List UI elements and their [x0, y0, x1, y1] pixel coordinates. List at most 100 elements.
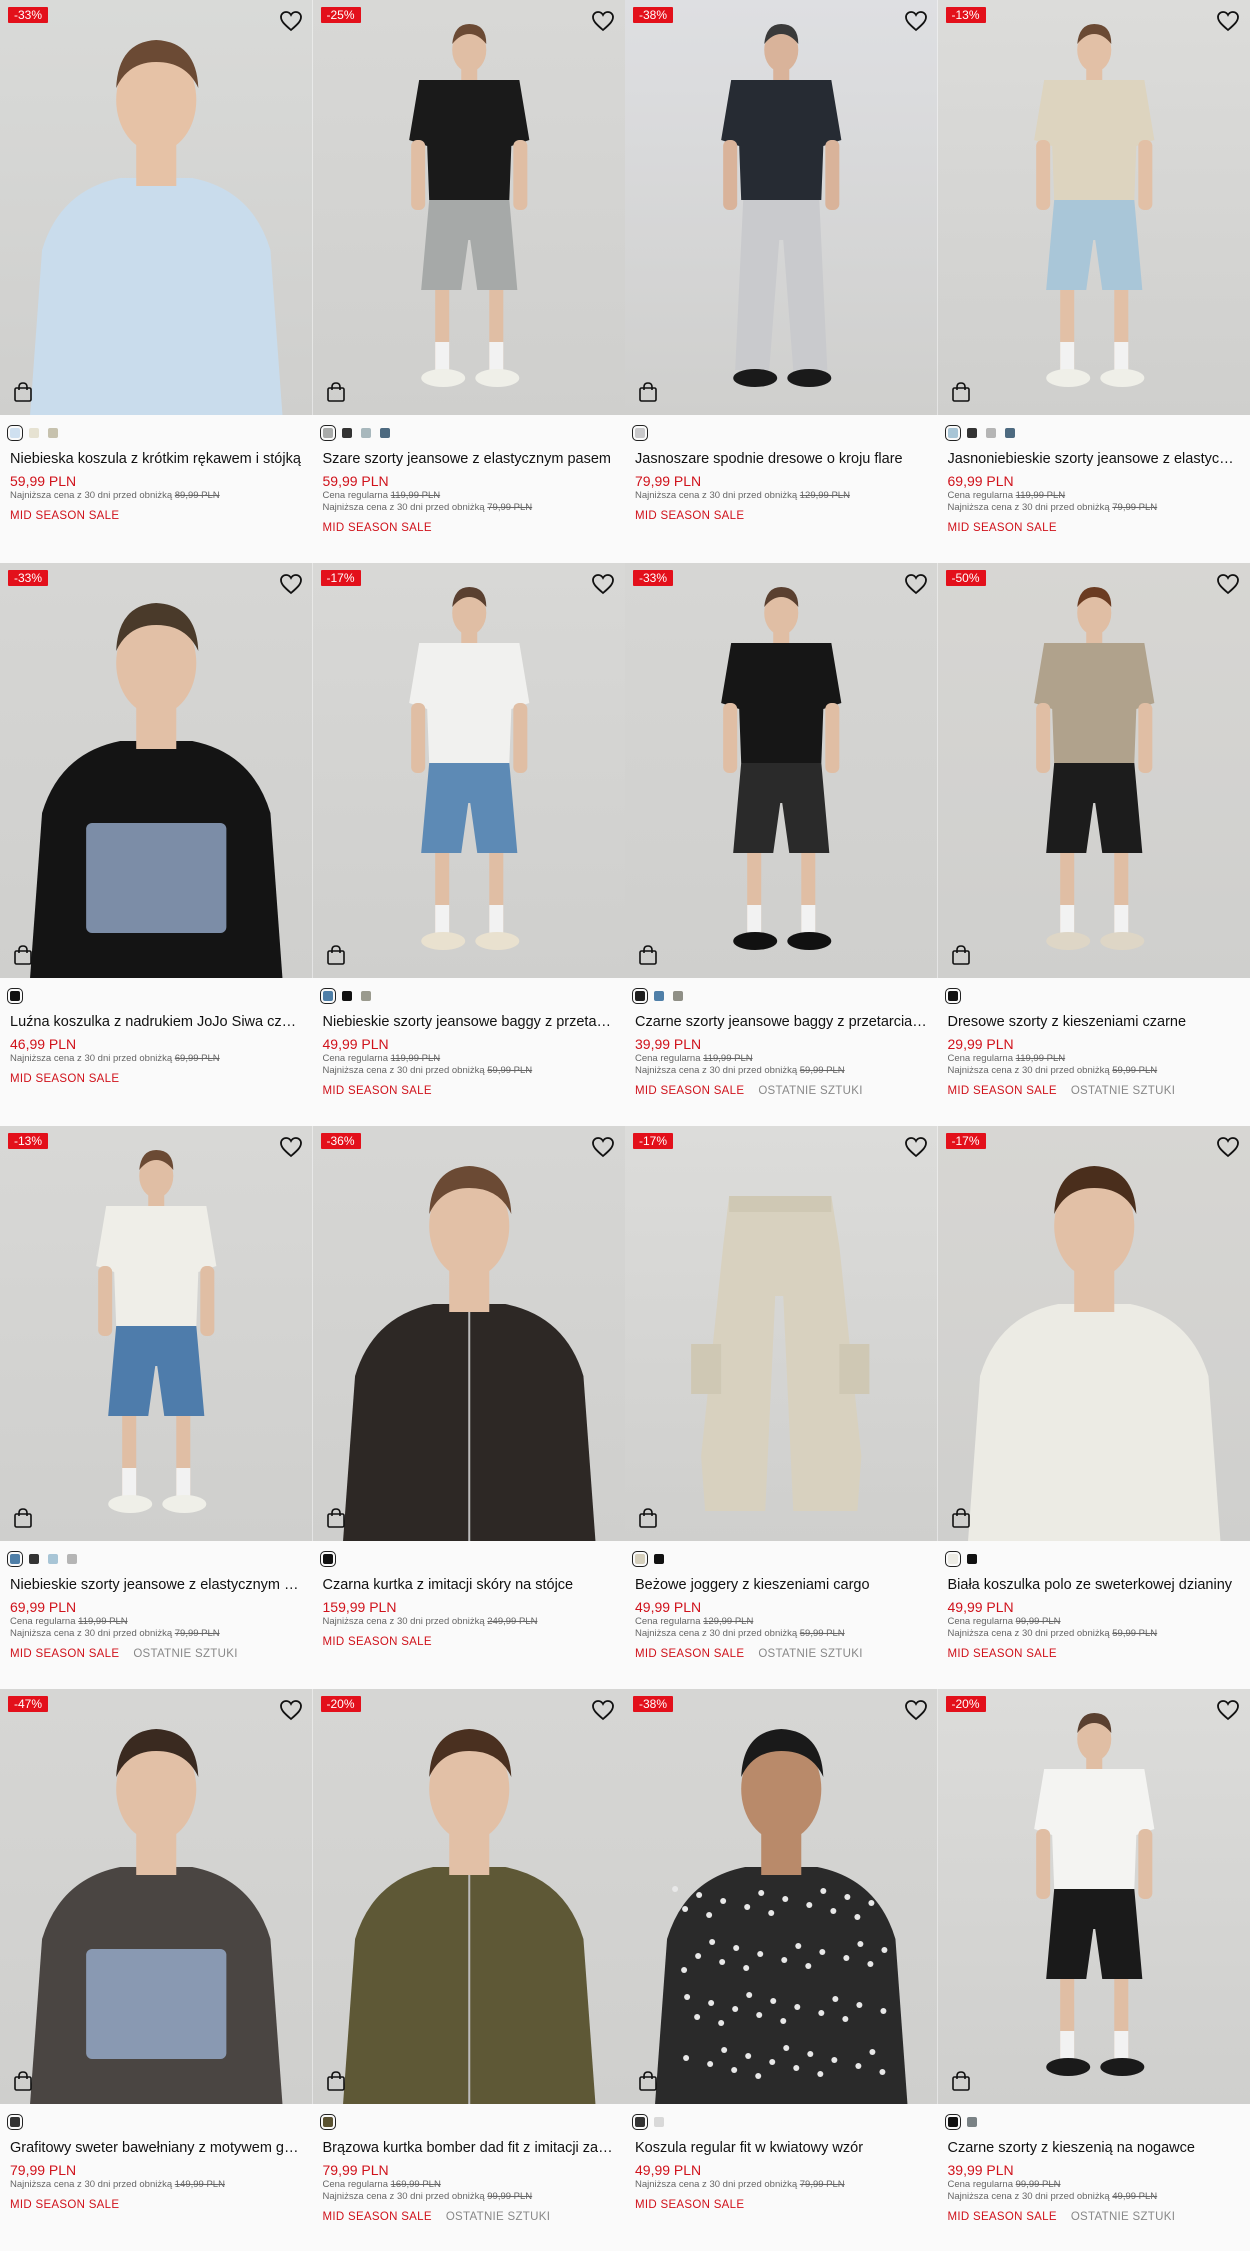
color-swatch[interactable] — [341, 428, 352, 438]
product-image[interactable]: -20% — [312, 1689, 625, 2104]
heart-icon[interactable] — [904, 1699, 928, 1721]
product-name[interactable]: Koszula regular fit w kwiatowy wzór — [635, 2139, 928, 2157]
product-name[interactable]: Czarna kurtka z imitacji skóry na stójce — [323, 1576, 616, 1594]
color-swatch[interactable] — [360, 991, 371, 1001]
heart-icon[interactable] — [591, 10, 615, 32]
color-swatch[interactable] — [7, 1551, 23, 1567]
product-card[interactable]: -17% Niebieskie szorty jeansowe baggy z p… — [312, 563, 625, 1126]
color-swatch[interactable] — [48, 428, 58, 438]
shopping-bag-icon[interactable] — [950, 2070, 972, 2092]
heart-icon[interactable] — [1216, 1699, 1240, 1721]
shopping-bag-icon[interactable] — [637, 381, 659, 403]
color-swatch[interactable] — [944, 2114, 961, 2130]
product-name[interactable]: Niebieskie szorty jeansowe baggy z przet… — [323, 1013, 616, 1031]
color-swatch[interactable] — [319, 2114, 336, 2130]
product-card[interactable]: -38% Jasnoszare spodnie dresowe o kroju f… — [625, 0, 938, 563]
product-name[interactable]: Niebieska koszula z krótkim rękawem i st… — [10, 450, 303, 468]
color-swatch[interactable] — [319, 988, 336, 1004]
color-swatch[interactable] — [67, 1554, 77, 1564]
product-image[interactable]: -36% — [312, 1126, 625, 1541]
color-swatch[interactable] — [319, 1551, 336, 1567]
product-name[interactable]: Dresowe szorty z kieszeniami czarne — [948, 1013, 1241, 1031]
shopping-bag-icon[interactable] — [325, 381, 347, 403]
product-name[interactable]: Jasnoszare spodnie dresowe o kroju flare — [635, 450, 928, 468]
color-swatch[interactable] — [673, 991, 683, 1001]
product-image[interactable]: -50% — [937, 563, 1250, 978]
heart-icon[interactable] — [904, 1136, 928, 1158]
shopping-bag-icon[interactable] — [12, 1507, 34, 1529]
product-image[interactable]: -38% — [625, 0, 938, 415]
product-image[interactable]: -33% — [625, 563, 938, 978]
shopping-bag-icon[interactable] — [12, 381, 34, 403]
product-name[interactable]: Niebieskie szorty jeansowe z elastycznym… — [10, 1576, 303, 1594]
product-name[interactable]: Czarne szorty jeansowe baggy z przetarci… — [635, 1013, 928, 1031]
heart-icon[interactable] — [1216, 1136, 1240, 1158]
product-image[interactable]: -33% — [0, 0, 313, 415]
product-card[interactable]: -47% Grafitowy sweter bawełniany z motywe… — [0, 1689, 313, 2251]
heart-icon[interactable] — [904, 573, 928, 595]
color-swatch[interactable] — [944, 1551, 961, 1567]
product-name[interactable]: Biała koszulka polo ze sweterkowej dzian… — [948, 1576, 1241, 1594]
product-card[interactable]: -36% Czarna kurtka z imitacji skóry na st… — [312, 1126, 625, 1689]
product-card[interactable]: -17% Beżowe joggery z kieszeniami cargo 49… — [625, 1126, 938, 1689]
heart-icon[interactable] — [279, 10, 303, 32]
heart-icon[interactable] — [591, 573, 615, 595]
product-card[interactable]: -33% Niebieska koszula z krótkim rękawem … — [0, 0, 313, 563]
shopping-bag-icon[interactable] — [950, 1507, 972, 1529]
product-card[interactable]: -13% Niebieskie szorty jeansowe z elastyc… — [0, 1126, 313, 1689]
heart-icon[interactable] — [591, 1699, 615, 1721]
shopping-bag-icon[interactable] — [950, 944, 972, 966]
shopping-bag-icon[interactable] — [325, 2070, 347, 2092]
color-swatch[interactable] — [360, 428, 371, 438]
product-image[interactable]: -13% — [937, 0, 1250, 415]
color-swatch[interactable] — [966, 428, 977, 438]
heart-icon[interactable] — [904, 10, 928, 32]
shopping-bag-icon[interactable] — [325, 944, 347, 966]
color-swatch[interactable] — [29, 428, 39, 438]
heart-icon[interactable] — [279, 1699, 303, 1721]
product-card[interactable]: -38% Koszula regular fit w kwiatowy wzór 4… — [625, 1689, 938, 2251]
heart-icon[interactable] — [279, 573, 303, 595]
color-swatch[interactable] — [632, 1551, 648, 1567]
product-card[interactable]: -33% Luźna koszulka z nadrukiem JoJo Siwa… — [0, 563, 313, 1126]
product-image[interactable]: -20% — [937, 1689, 1250, 2104]
shopping-bag-icon[interactable] — [12, 2070, 34, 2092]
shopping-bag-icon[interactable] — [325, 1507, 347, 1529]
heart-icon[interactable] — [1216, 573, 1240, 595]
product-image[interactable]: -38% — [625, 1689, 938, 2104]
color-swatch[interactable] — [379, 428, 390, 438]
color-swatch[interactable] — [966, 1554, 977, 1564]
color-swatch[interactable] — [341, 991, 352, 1001]
product-name[interactable]: Czarne szorty z kieszenią na nogawce — [948, 2139, 1241, 2157]
color-swatch[interactable] — [48, 1554, 58, 1564]
shopping-bag-icon[interactable] — [637, 944, 659, 966]
color-swatch[interactable] — [654, 991, 664, 1001]
color-swatch[interactable] — [632, 988, 648, 1004]
product-name[interactable]: Luźna koszulka z nadrukiem JoJo Siwa cza… — [10, 1013, 303, 1031]
color-swatch[interactable] — [29, 1554, 39, 1564]
color-swatch[interactable] — [319, 425, 336, 441]
heart-icon[interactable] — [591, 1136, 615, 1158]
product-image[interactable]: -47% — [0, 1689, 313, 2104]
product-image[interactable]: -13% — [0, 1126, 313, 1541]
product-name[interactable]: Brązowa kurtka bomber dad fit z imitacji… — [323, 2139, 616, 2157]
product-image[interactable]: -17% — [937, 1126, 1250, 1541]
color-swatch[interactable] — [654, 1554, 664, 1564]
color-swatch[interactable] — [7, 425, 23, 441]
product-name[interactable]: Jasnoniebieskie szorty jeansowe z elasty… — [948, 450, 1241, 468]
product-name[interactable]: Beżowe joggery z kieszeniami cargo — [635, 1576, 928, 1594]
product-card[interactable]: -25% Szare szorty jeansowe z elastycznym … — [312, 0, 625, 563]
color-swatch[interactable] — [654, 2117, 664, 2127]
color-swatch[interactable] — [966, 2117, 977, 2127]
color-swatch[interactable] — [632, 425, 648, 441]
color-swatch[interactable] — [7, 2114, 23, 2130]
product-name[interactable]: Szare szorty jeansowe z elastycznym pase… — [323, 450, 616, 468]
product-image[interactable]: -17% — [625, 1126, 938, 1541]
product-image[interactable]: -17% — [312, 563, 625, 978]
product-card[interactable]: -20% Brązowa kurtka bomber dad fit z imit… — [312, 1689, 625, 2251]
product-card[interactable]: -50% Dresowe szorty z kieszeniami czarne 2… — [937, 563, 1250, 1126]
shopping-bag-icon[interactable] — [637, 1507, 659, 1529]
product-card[interactable]: -33% Czarne szorty jeansowe baggy z przet… — [625, 563, 938, 1126]
shopping-bag-icon[interactable] — [12, 944, 34, 966]
product-card[interactable]: -17% Biała koszulka polo ze sweterkowej d… — [937, 1126, 1250, 1689]
